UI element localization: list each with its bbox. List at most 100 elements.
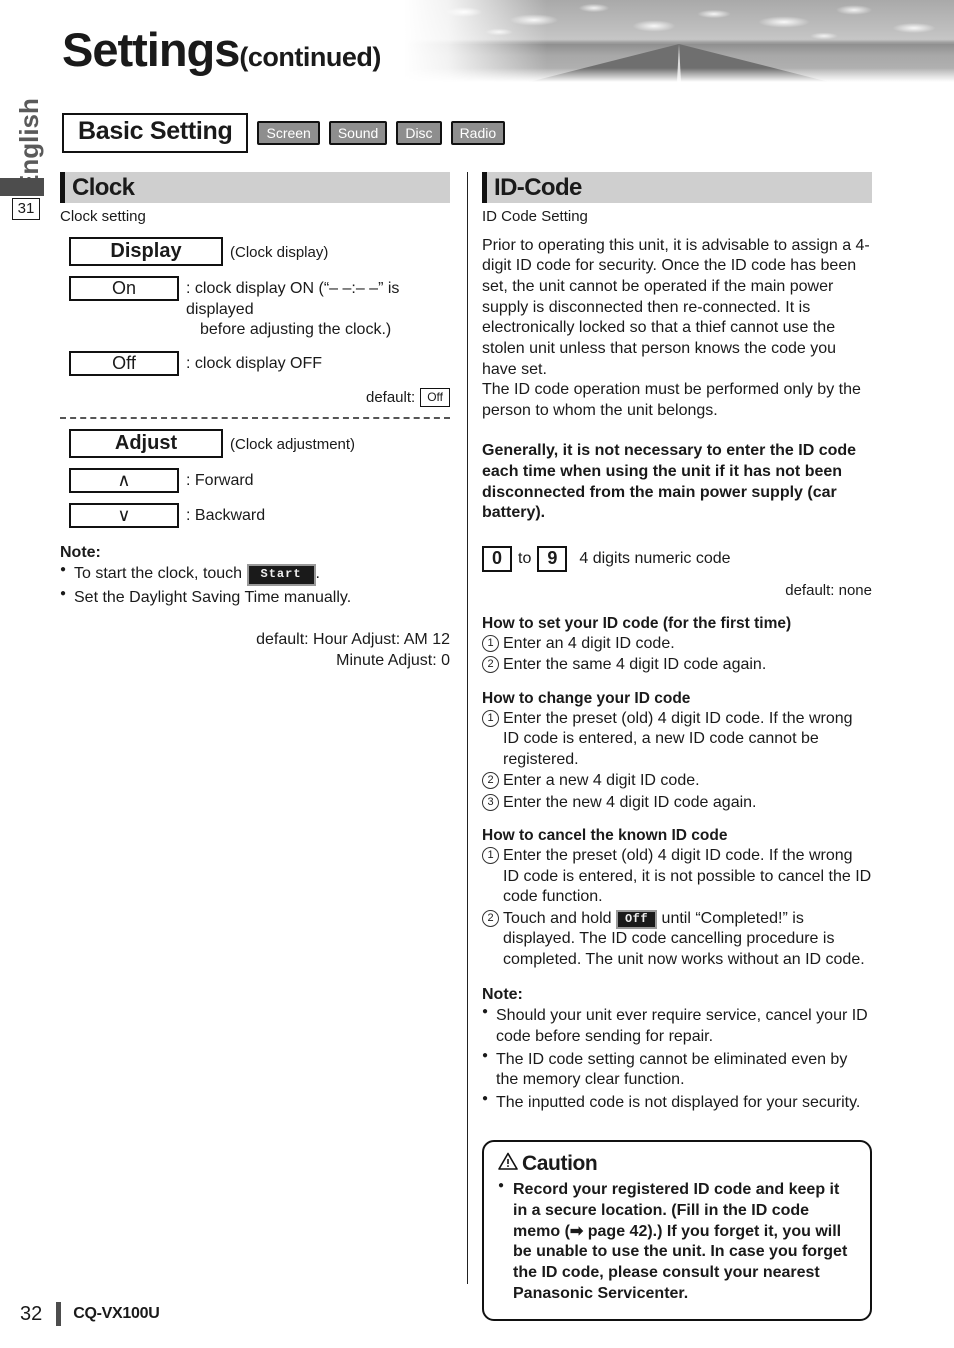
display-default-label: default: bbox=[365, 389, 416, 407]
howto-change-step-2: 2 Enter a new 4 digit ID code. bbox=[482, 771, 872, 791]
clock-heading: Clock bbox=[72, 173, 135, 201]
howto-cancel-steps: 1 Enter the preset (old) 4 digit ID code.… bbox=[482, 846, 872, 970]
clock-default-minute: Minute Adjust: 0 bbox=[336, 652, 450, 670]
clock-section: Clock Clock setting Display (Clock displ… bbox=[60, 172, 450, 672]
id-code-note-title: Note: bbox=[482, 985, 523, 1003]
howto-set-step-1: 1 Enter an 4 digit ID code. bbox=[482, 634, 872, 654]
id-code-note-item-3: The inputted code is not displayed for y… bbox=[482, 1092, 872, 1114]
display-on-desc: : clock display ON (“– –:– –” is display… bbox=[186, 276, 450, 341]
id-code-heading: ID-Code bbox=[494, 173, 582, 201]
section-page-marker: 31 bbox=[12, 198, 40, 220]
caution-list: Record your registered ID code and keep … bbox=[498, 1179, 856, 1305]
page-title: Settings(continued) bbox=[62, 26, 381, 73]
howto-change-steps: 1 Enter the preset (old) 4 digit ID code.… bbox=[482, 709, 872, 813]
code-range-desc: 4 digits numeric code bbox=[579, 549, 731, 567]
clock-default-hour: default: Hour Adjust: AM 12 bbox=[256, 630, 450, 648]
start-button[interactable]: Start bbox=[246, 564, 316, 586]
tab-screen[interactable]: Screen bbox=[257, 120, 320, 145]
step-number: 2 bbox=[482, 909, 499, 927]
page-footer: 32 CQ-VX100U bbox=[20, 1302, 160, 1326]
howto-change-step-3: 3 Enter the new 4 digit ID code again. bbox=[482, 793, 872, 813]
page-title-main: Settings bbox=[62, 23, 240, 76]
step-text: Enter the same 4 digit ID code again. bbox=[503, 656, 767, 674]
digit-nine-button[interactable]: 9 bbox=[537, 545, 568, 572]
howto-set-step-2: 2 Enter the same 4 digit ID code again. bbox=[482, 655, 872, 675]
clock-note-item-2: Set the Daylight Saving Time manually. bbox=[60, 587, 450, 609]
warning-triangle-icon bbox=[498, 1152, 518, 1176]
clock-dashed-divider bbox=[60, 417, 450, 420]
clock-defaults: default: Hour Adjust: AM 12 Minute Adjus… bbox=[60, 629, 450, 672]
chevron-down-icon[interactable]: ∨ bbox=[69, 503, 179, 529]
column-divider bbox=[467, 172, 468, 1284]
display-on-button[interactable]: On bbox=[69, 275, 179, 301]
howto-set-steps: 1 Enter an 4 digit ID code. 2 Enter the sa… bbox=[482, 634, 872, 676]
clock-note-2-text: Set the Daylight Saving Time manually. bbox=[74, 588, 352, 606]
header-banner-photo bbox=[404, 0, 954, 82]
id-code-paragraph-1: Prior to operating this unit, it is advi… bbox=[482, 236, 870, 378]
tab-disc[interactable]: Disc bbox=[396, 120, 442, 145]
id-code-range-row: 0 to 9 4 digits numeric code bbox=[482, 545, 872, 572]
step-number: 3 bbox=[482, 793, 499, 811]
id-code-note-item-1: Should your unit ever require service, c… bbox=[482, 1005, 872, 1048]
howto-cancel-step-1: 1 Enter the preset (old) 4 digit ID code.… bbox=[482, 846, 872, 907]
display-default-line: default: Off bbox=[60, 388, 450, 408]
page-title-continued: (continued) bbox=[239, 42, 381, 72]
clock-display-off-row: Off : clock display OFF bbox=[60, 351, 450, 377]
display-caption: (Clock display) bbox=[230, 243, 329, 261]
id-code-note-list: Should your unit ever require service, c… bbox=[482, 1005, 872, 1114]
digit-zero-button[interactable]: 0 bbox=[482, 545, 512, 572]
id-code-default-text: default: none bbox=[785, 581, 872, 599]
off-button[interactable]: Off bbox=[615, 909, 658, 929]
adjust-forward-desc: : Forward bbox=[186, 472, 254, 490]
tab-sound[interactable]: Sound bbox=[328, 120, 388, 145]
step-number: 1 bbox=[482, 634, 499, 652]
display-on-desc-line2: before adjusting the clock.) bbox=[200, 321, 392, 339]
adjust-caption: (Clock adjustment) bbox=[230, 436, 356, 454]
clock-display-on-row: On : clock display ON (“– –:– –” is disp… bbox=[60, 275, 450, 341]
display-key-button[interactable]: Display bbox=[69, 236, 223, 266]
sidebar-dark-bar bbox=[0, 178, 44, 196]
basic-setting-row: Basic Setting Screen Sound Disc Radio bbox=[62, 113, 506, 153]
adjust-key-button[interactable]: Adjust bbox=[69, 429, 223, 459]
display-default-value: Off bbox=[420, 388, 450, 408]
id-code-subtitle: ID Code Setting bbox=[482, 208, 588, 225]
step-text: Enter the preset (old) 4 digit ID code. … bbox=[503, 847, 872, 906]
howto-set-title: How to set your ID code (for the first t… bbox=[482, 614, 792, 632]
id-code-section-header: ID-Code bbox=[482, 172, 872, 203]
step-number: 2 bbox=[482, 656, 499, 674]
step-text: Enter a new 4 digit ID code. bbox=[503, 772, 700, 790]
adjust-backward-desc: : Backward bbox=[186, 507, 266, 525]
howto-change-title: How to change your ID code bbox=[482, 689, 691, 707]
basic-setting-label: Basic Setting bbox=[62, 113, 249, 153]
banner-bottom-fade bbox=[404, 68, 954, 82]
step-text: Enter the new 4 digit ID code again. bbox=[503, 793, 757, 811]
display-off-button[interactable]: Off bbox=[69, 351, 179, 377]
clock-note-1-after: . bbox=[315, 565, 320, 583]
id-code-section: ID-Code ID Code Setting Prior to operati… bbox=[482, 172, 872, 1321]
step-text-before: Touch and hold bbox=[503, 909, 616, 927]
clock-note-1-before: To start the clock, touch bbox=[74, 565, 247, 583]
howto-cancel-step-2: 2 Touch and hold Off until “Completed!” i… bbox=[482, 909, 872, 970]
id-code-note-item-2: The ID code setting cannot be eliminated… bbox=[482, 1049, 872, 1092]
howto-cancel-title: How to cancel the known ID code bbox=[482, 827, 728, 845]
caution-header: Caution bbox=[498, 1152, 856, 1176]
clock-section-header: Clock bbox=[60, 172, 450, 203]
code-range-to-label: to bbox=[518, 549, 532, 567]
clock-adjust-forward-row: ∧ : Forward bbox=[60, 468, 450, 494]
howto-change-step-1: 1 Enter the preset (old) 4 digit ID code.… bbox=[482, 709, 872, 770]
display-on-desc-line1: : clock display ON (“– –:– –” is display… bbox=[186, 279, 400, 318]
step-text: Enter the preset (old) 4 digit ID code. … bbox=[503, 709, 853, 768]
step-text: Enter an 4 digit ID code. bbox=[503, 634, 675, 652]
id-code-default-line: default: none bbox=[482, 582, 872, 599]
caution-title: Caution bbox=[522, 1151, 598, 1175]
clock-note-title: Note: bbox=[60, 544, 101, 562]
chevron-up-icon[interactable]: ∧ bbox=[69, 468, 179, 494]
clock-display-row: Display (Clock display) bbox=[60, 236, 450, 266]
step-number: 1 bbox=[482, 709, 499, 727]
id-code-paragraph-2: The ID code operation must be performed … bbox=[482, 381, 861, 419]
caution-box: Caution Record your registered ID code a… bbox=[482, 1139, 872, 1321]
id-code-bold-paragraph: Generally, it is not necessary to enter … bbox=[482, 442, 857, 522]
footer-page-number: 32 bbox=[20, 1302, 43, 1325]
tab-radio[interactable]: Radio bbox=[450, 120, 506, 145]
clock-note-item-1: To start the clock, touch Start. bbox=[60, 563, 450, 586]
